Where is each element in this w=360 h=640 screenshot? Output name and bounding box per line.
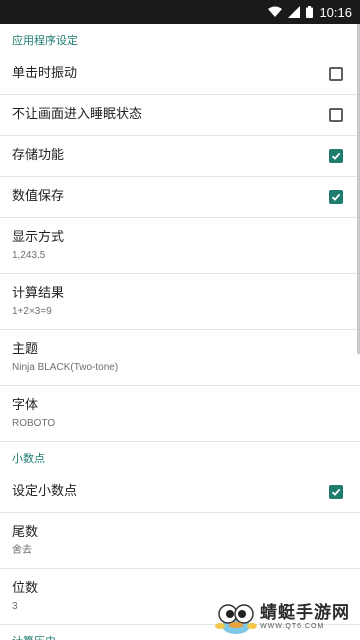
setting-set-decimal[interactable]: 设定小数点: [0, 472, 360, 513]
setting-title: 存储功能: [12, 148, 65, 163]
setting-value: 3: [12, 600, 18, 612]
setting-value: 1,243.5: [12, 249, 46, 261]
watermark: 蜻蜓手游网 WWW.QT6.COM: [214, 594, 354, 638]
setting-title: 不让画面进入睡眠状态: [12, 107, 143, 122]
wifi-icon: [268, 6, 283, 18]
setting-calc-result[interactable]: 计算结果 1+2×3=9: [0, 274, 360, 330]
settings-list[interactable]: 应用程序设定 单击时振动 不让画面进入睡眠状态 存储功能 数值保存 显示方式 1…: [0, 24, 360, 640]
setting-display-mode[interactable]: 显示方式 1,243.5: [0, 218, 360, 274]
section-header-decimal: 小数点: [12, 452, 45, 465]
vibrate-checkbox[interactable]: [329, 67, 343, 81]
battery-icon: [306, 6, 314, 18]
setting-theme[interactable]: 主题 Ninja BLACK(Two-tone): [0, 330, 360, 386]
no-sleep-checkbox[interactable]: [329, 108, 343, 122]
setting-title: 设定小数点: [12, 484, 78, 499]
setting-title: 计算结果: [12, 285, 65, 301]
status-bar: 10:16: [0, 0, 360, 24]
setting-vibrate[interactable]: 单击时振动: [0, 54, 360, 95]
section-header-app-settings: 应用程序设定: [12, 34, 78, 47]
watermark-text: 蜻蜓手游网: [260, 602, 350, 623]
watermark-url: WWW.QT6.COM: [260, 622, 325, 630]
set-decimal-checkbox[interactable]: [329, 485, 343, 499]
setting-title: 位数: [12, 580, 39, 596]
setting-title: 显示方式: [12, 229, 65, 245]
setting-title: 主题: [12, 341, 39, 357]
setting-title: 单击时振动: [12, 66, 78, 81]
setting-title: 字体: [12, 397, 39, 413]
setting-font[interactable]: 字体 ROBOTO: [0, 386, 360, 442]
setting-value: 1+2×3=9: [12, 305, 52, 317]
setting-value: Ninja BLACK(Two-tone): [12, 361, 119, 373]
setting-value-save[interactable]: 数值保存: [0, 177, 360, 218]
dragonfly-logo-icon: [214, 596, 258, 636]
status-time: 10:16: [319, 4, 352, 20]
setting-storage[interactable]: 存储功能: [0, 136, 360, 177]
cell-signal-icon: [288, 6, 301, 18]
setting-no-sleep[interactable]: 不让画面进入睡眠状态: [0, 95, 360, 136]
storage-checkbox[interactable]: [329, 149, 343, 163]
setting-title: 数值保存: [12, 189, 65, 204]
setting-title: 尾数: [12, 524, 39, 540]
setting-value: 舍去: [12, 544, 32, 556]
setting-value: ROBOTO: [12, 417, 56, 429]
value-save-checkbox[interactable]: [329, 190, 343, 204]
setting-tail[interactable]: 尾数 舍去: [0, 513, 360, 569]
